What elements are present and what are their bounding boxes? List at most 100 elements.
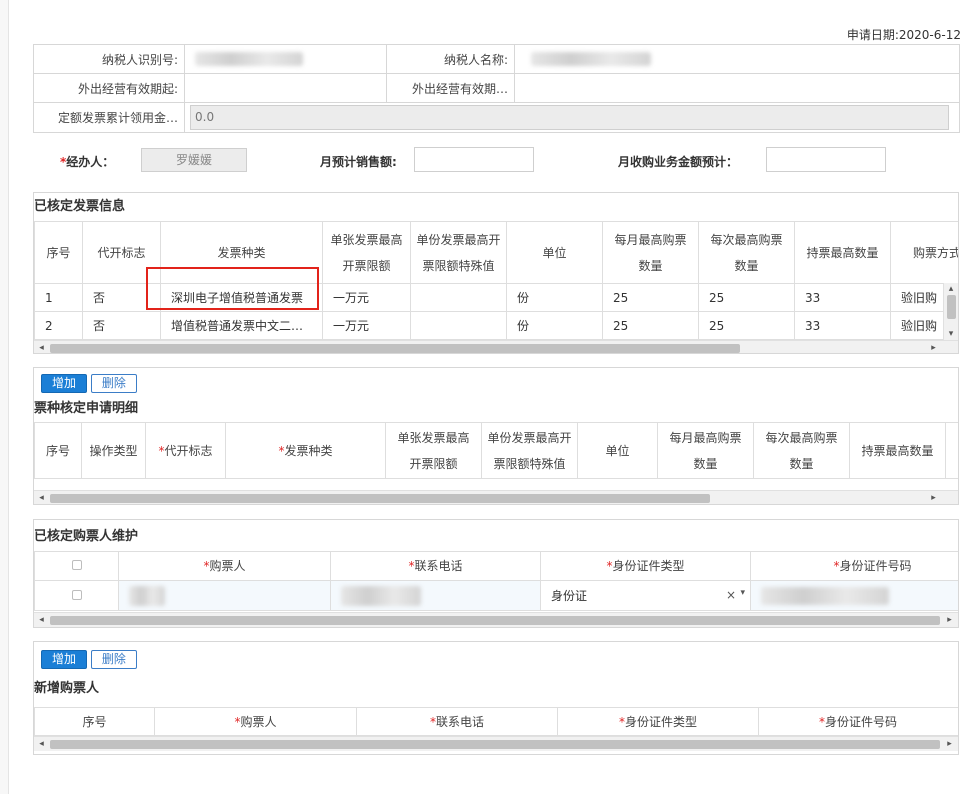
col-purchaser: *购票人 <box>118 551 331 581</box>
add-button[interactable]: 增加 <box>41 650 88 669</box>
quota-label: 定额发票累计领用金… <box>33 102 185 133</box>
approved-invoices-title: 已核定发票信息 <box>34 199 126 214</box>
new-purchasers-hscroll[interactable]: ◂ ▸ <box>34 736 958 751</box>
col-monthly-max: 每月最高购票 数量 <box>602 221 699 284</box>
monthly-sales-input[interactable] <box>414 147 534 172</box>
approved-invoices-vscroll[interactable]: ▴ ▾ <box>943 283 958 340</box>
col-max-single-line2: 开票限额 <box>342 258 391 273</box>
purchaser-blur <box>129 585 165 606</box>
col-hold-max: 持票最高数量 <box>849 422 946 479</box>
table-row[interactable]: 身份证 × ▾ <box>34 580 958 611</box>
taxpayer-name-value <box>514 44 960 74</box>
new-purchasers-toolbar: 增加 删除 <box>34 642 958 673</box>
cell-invoice-type: 深圳电子增值税普通发票 <box>160 283 323 312</box>
col-phone: *联系电话 <box>356 707 558 736</box>
col-max-special-line1: 单份发票最高开 <box>416 232 501 247</box>
col-invoice-type-text: 发票种类 <box>284 443 333 458</box>
col-each-max-line2: 数量 <box>734 258 759 273</box>
page-banner <box>210 0 800 8</box>
col-seq: 序号 <box>34 221 83 284</box>
id-number-blur <box>761 586 889 605</box>
approved-invoices-hscroll[interactable]: ◂ ▸ <box>34 340 958 353</box>
table-row[interactable]: 2 否 增值税普通发票中文二… 一万元 份 25 25 33 验旧购 <box>34 311 958 340</box>
col-id-number-text: 身份证件号码 <box>839 559 912 573</box>
hscroll-thumb[interactable] <box>50 740 940 749</box>
scroll-left-arrow[interactable]: ◂ <box>34 737 49 751</box>
col-phone: *联系电话 <box>330 551 541 581</box>
monthly-purchase-input[interactable] <box>766 147 886 172</box>
cell-seq: 2 <box>34 311 83 340</box>
cell-each-max: 25 <box>698 311 795 340</box>
purchasers-panel: 已核定购票人维护 *购票人 *联系电话 *身份证件类型 *身份证件号码 身份证 … <box>33 519 959 628</box>
scroll-right-arrow[interactable]: ▸ <box>942 737 957 751</box>
apply-date-label: 申请日期: <box>846 28 899 42</box>
delete-button[interactable]: 删除 <box>90 650 137 669</box>
cell-phone[interactable] <box>330 580 541 611</box>
scroll-left-arrow[interactable]: ◂ <box>34 491 49 504</box>
row-checkbox[interactable] <box>71 589 82 600</box>
chevron-down-icon[interactable]: ▾ <box>740 588 745 598</box>
scroll-left-arrow[interactable]: ◂ <box>34 341 49 353</box>
agent-label: *经办人： <box>60 153 114 170</box>
col-monthly-max-line1: 每月最高购票 <box>669 430 742 445</box>
approved-invoices-panel: 已核定发票信息 序号 代开标志 发票种类 单张发票最高 开票限额 单份发票最高开票… <box>33 192 959 354</box>
col-unit: 单位 <box>506 221 603 284</box>
taxpayer-info-table: 纳税人识别号: 纳税人名称: 外出经营有效期起: 外出经营有效期… 定额发票累计… <box>33 44 960 133</box>
apply-detail-hscroll[interactable]: ◂ ▸ <box>34 490 958 504</box>
clear-icon[interactable]: × <box>726 588 736 602</box>
new-purchasers-grid: 序号 *购票人 *联系电话 *身份证件类型 *身份证件号码 <box>34 707 958 736</box>
monthly-sales-label: 月预计销售额: <box>320 155 397 169</box>
col-phone-text: 联系电话 <box>414 559 463 573</box>
select-all-checkbox[interactable] <box>71 560 82 570</box>
add-button[interactable]: 增加 <box>41 374 88 393</box>
cell-select[interactable] <box>34 580 119 611</box>
apply-date-value: 2020-6-12 <box>898 28 961 42</box>
taxpayer-id-label: 纳税人识别号: <box>33 44 185 74</box>
col-max-special-line2: 票限额特殊值 <box>493 456 566 471</box>
cell-purchaser[interactable] <box>118 580 331 611</box>
scroll-left-arrow[interactable]: ◂ <box>34 613 49 627</box>
hscroll-thumb[interactable] <box>50 344 740 353</box>
cell-hold-max: 33 <box>794 311 891 340</box>
approved-invoices-grid-wrap: 序号 代开标志 发票种类 单张发票最高 开票限额 单份发票最高开 票限额特殊值 单位… <box>34 221 958 340</box>
col-max-special: 单份发票最高开 票限额特殊值 <box>410 221 507 284</box>
out-start-value <box>184 73 387 103</box>
hscroll-thumb[interactable] <box>50 616 940 625</box>
scroll-right-arrow[interactable]: ▸ <box>926 341 941 353</box>
table-row[interactable]: 1 否 深圳电子增值税普通发票 一万元 份 25 25 33 验旧购 <box>34 283 958 312</box>
col-op-type: 操作类型 <box>81 422 146 479</box>
col-max-single-line1: 单张发票最高 <box>397 430 470 445</box>
out-start-label: 外出经营有效期起: <box>33 73 185 103</box>
taxpayer-name-blur <box>531 52 651 67</box>
col-monthly-max-line1: 每月最高购票 <box>614 232 687 247</box>
col-monthly-max-line2: 数量 <box>693 456 718 471</box>
id-type-select[interactable]: 身份证 × ▾ <box>540 580 751 611</box>
vscroll-thumb[interactable] <box>947 295 956 319</box>
cell-max-single: 一万元 <box>322 283 411 312</box>
cell-id-number[interactable] <box>750 580 958 611</box>
scroll-right-arrow[interactable]: ▸ <box>926 491 941 504</box>
hscroll-thumb[interactable] <box>50 494 710 503</box>
delete-button[interactable]: 删除 <box>90 374 137 393</box>
col-select-all[interactable] <box>34 551 119 581</box>
col-each-max-line1: 每次最高购票 <box>710 232 783 247</box>
purchasers-hscroll[interactable]: ◂ ▸ <box>34 612 958 627</box>
col-invoice-type: *发票种类 <box>225 422 386 479</box>
col-agent-flag: *代开标志 <box>145 422 226 479</box>
cell-max-special <box>410 311 507 340</box>
scroll-right-arrow[interactable]: ▸ <box>942 613 957 627</box>
id-type-value: 身份证 <box>551 589 588 603</box>
cell-hold-max: 33 <box>794 283 891 312</box>
cell-unit: 份 <box>506 311 603 340</box>
col-seq: 序号 <box>34 707 155 736</box>
col-phone-text: 联系电话 <box>435 714 484 729</box>
scroll-up-arrow[interactable]: ▴ <box>944 283 958 295</box>
phone-blur <box>341 585 421 606</box>
agent-label-text: 经办人： <box>66 155 115 169</box>
apply-detail-toolbar: 增加 删除 <box>34 368 958 396</box>
col-purchase-method: 购票方式 <box>890 221 958 284</box>
new-purchasers-grid-wrap: 序号 *购票人 *联系电话 *身份证件类型 *身份证件号码 <box>34 707 958 736</box>
scroll-down-arrow[interactable]: ▾ <box>944 328 958 340</box>
apply-detail-panel: 增加 删除 票种核定申请明细 序号 操作类型 *代开标志 *发票种类 单张发票最… <box>33 367 959 505</box>
col-purchaser: *购票人 <box>154 707 357 736</box>
